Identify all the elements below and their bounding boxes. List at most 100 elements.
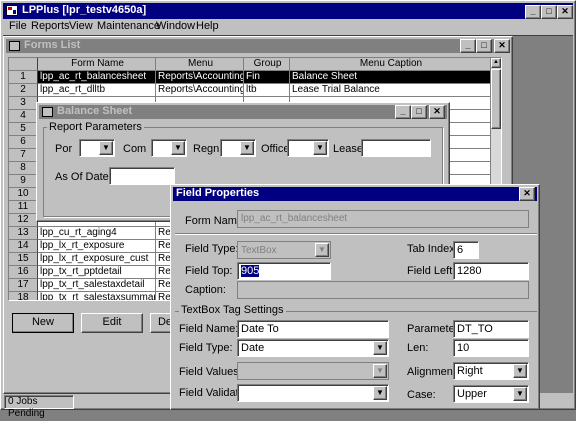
cell-menu[interactable]: Reports\Accounting xyxy=(156,71,244,84)
corner-cell xyxy=(9,58,38,71)
chevron-down-icon[interactable]: ▼ xyxy=(513,364,527,378)
scroll-thumb[interactable] xyxy=(491,69,501,129)
divider xyxy=(175,233,537,235)
row-number[interactable]: 8 xyxy=(9,162,38,175)
cell-group[interactable]: Fin xyxy=(244,71,290,84)
com-select[interactable]: ▼ xyxy=(151,139,187,157)
row-number[interactable]: 11 xyxy=(9,201,38,214)
regn-select[interactable]: ▼ xyxy=(220,139,256,157)
cell-menu-caption[interactable]: Balance Sheet xyxy=(290,71,491,84)
menu-maintenance[interactable]: Maintenance xyxy=(97,20,160,32)
office-select[interactable]: ▼ xyxy=(287,139,329,157)
len-label: Len: xyxy=(407,342,429,354)
cell-form-name[interactable]: lpp_cu_rt_aging4 xyxy=(38,227,156,240)
chevron-down-icon[interactable]: ▼ xyxy=(513,387,527,401)
minimize-button[interactable]: _ xyxy=(525,5,541,19)
form-icon xyxy=(42,107,53,117)
row-number[interactable]: 10 xyxy=(9,188,38,201)
row-number[interactable]: 1 xyxy=(9,71,38,84)
edit-button[interactable]: Edit xyxy=(81,313,143,333)
col-header-menu-caption[interactable]: Menu Caption xyxy=(290,58,491,71)
alignment-label: Alignment: xyxy=(407,366,459,378)
chevron-down-icon[interactable]: ▼ xyxy=(240,141,254,155)
chevron-down-icon[interactable]: ▼ xyxy=(99,141,113,155)
cell-form-name[interactable]: lpp_lx_rt_exposure_cust xyxy=(38,253,156,266)
chevron-down-icon[interactable]: ▼ xyxy=(373,386,387,400)
field-properties-close-button[interactable]: ✕ xyxy=(519,187,535,201)
regn-label: Regn xyxy=(193,143,220,155)
chevron-down-icon[interactable]: ▼ xyxy=(171,141,185,155)
field-name-label: Field Name: xyxy=(179,323,239,335)
close-button[interactable]: ✕ xyxy=(557,5,573,19)
menu-view[interactable]: View xyxy=(69,20,93,32)
balance-sheet-title: Balance Sheet xyxy=(57,105,133,117)
row-number[interactable]: 4 xyxy=(9,110,38,123)
cell-form-name[interactable]: lpp_ac_rt_dlltb xyxy=(38,84,156,97)
balance-sheet-titlebar[interactable]: Balance Sheet _ □ ✕ xyxy=(39,105,447,119)
row-number[interactable]: 3 xyxy=(9,97,38,110)
report-parameters-label: Report Parameters xyxy=(47,121,144,133)
chevron-down-icon[interactable]: ▼ xyxy=(373,341,387,355)
row-number[interactable]: 13 xyxy=(9,227,38,240)
field-top-field[interactable]: 905 xyxy=(237,262,331,280)
row-number[interactable]: 9 xyxy=(9,175,38,188)
row-number[interactable]: 6 xyxy=(9,136,38,149)
forms-list-titlebar[interactable]: Forms List _ □ ✕ xyxy=(6,39,510,53)
row-number[interactable]: 16 xyxy=(9,266,38,279)
col-header-form-name[interactable]: Form Name xyxy=(38,58,156,71)
por-select[interactable]: ▼ xyxy=(79,139,115,157)
cell-form-name[interactable]: lpp_tx_rt_salestaxdetail xyxy=(38,279,156,292)
row-number[interactable]: 2 xyxy=(9,84,38,97)
cell-form-name[interactable]: lpp_tx_rt_pptdetail xyxy=(38,266,156,279)
field-validate-select[interactable]: ▼ xyxy=(237,384,389,402)
menu-window[interactable]: Window xyxy=(156,20,195,32)
chevron-down-icon[interactable]: ▼ xyxy=(313,141,327,155)
table-row[interactable]: 1 lpp_ac_rt_balancesheet Reports\Accountin… xyxy=(9,71,491,84)
cell-form-name[interactable]: lpp_ac_rt_balancesheet xyxy=(38,71,156,84)
row-number[interactable]: 12 xyxy=(9,214,38,227)
forms-list-close-button[interactable]: ✕ xyxy=(494,39,510,53)
case-select[interactable]: Upper ▼ xyxy=(453,385,529,403)
cell-menu-caption[interactable]: Lease Trial Balance xyxy=(290,84,491,97)
tab-index-field[interactable]: 6 xyxy=(453,241,479,259)
parameter-field[interactable]: DT_TO xyxy=(453,320,529,338)
row-number[interactable]: 18 xyxy=(9,292,38,300)
maximize-button[interactable]: □ xyxy=(541,5,557,19)
balance-sheet-close-button[interactable]: ✕ xyxy=(429,105,445,119)
app-titlebar[interactable]: LPPlus [lpr_testv4650a] _ □ ✕ xyxy=(3,3,573,19)
tag-field-type-select[interactable]: Date ▼ xyxy=(237,339,389,357)
cell-menu[interactable]: Reports\Accounting xyxy=(156,84,244,97)
as-of-date-field[interactable] xyxy=(109,167,175,185)
new-button[interactable]: New xyxy=(12,313,74,333)
len-field[interactable]: 10 xyxy=(453,339,529,357)
row-number[interactable]: 15 xyxy=(9,253,38,266)
menu-reports[interactable]: Reports xyxy=(31,20,70,32)
cell-form-name[interactable]: lpp_lx_rt_exposure xyxy=(38,240,156,253)
row-number[interactable]: 5 xyxy=(9,123,38,136)
field-properties-titlebar[interactable]: Field Properties ✕ xyxy=(173,187,537,201)
alignment-value: Right xyxy=(457,365,483,377)
field-name-field[interactable]: Date To xyxy=(237,320,389,338)
lease-field[interactable] xyxy=(361,139,431,157)
app-title: LPPlus [lpr_testv4650a] xyxy=(22,4,147,16)
row-number[interactable]: 7 xyxy=(9,149,38,162)
field-left-field[interactable]: 1280 xyxy=(453,262,529,280)
row-number[interactable]: 17 xyxy=(9,279,38,292)
row-number[interactable]: 14 xyxy=(9,240,38,253)
menu-file[interactable]: File xyxy=(9,20,27,32)
cell-group[interactable]: ltb xyxy=(244,84,290,97)
cell-form-name[interactable]: lpp_tx_rt_salestaxsummary xyxy=(38,292,156,300)
menu-help[interactable]: Help xyxy=(196,20,219,32)
col-header-group[interactable]: Group xyxy=(244,58,290,71)
forms-list-minimize-button[interactable]: _ xyxy=(460,39,476,53)
col-header-menu[interactable]: Menu xyxy=(156,58,244,71)
balance-sheet-maximize-button[interactable]: □ xyxy=(411,105,427,119)
field-top-label: Field Top: xyxy=(185,265,233,277)
table-row[interactable]: 2 lpp_ac_rt_dlltb Reports\Accounting ltb Lea… xyxy=(9,84,491,97)
por-label: Por xyxy=(55,143,73,155)
alignment-select[interactable]: Right ▼ xyxy=(453,362,529,380)
forms-list-maximize-button[interactable]: □ xyxy=(476,39,492,53)
scroll-up-button[interactable]: ▲ xyxy=(491,58,501,68)
balance-sheet-minimize-button[interactable]: _ xyxy=(395,105,411,119)
form-name-field: lpp_ac_rt_balancesheet xyxy=(237,210,529,228)
